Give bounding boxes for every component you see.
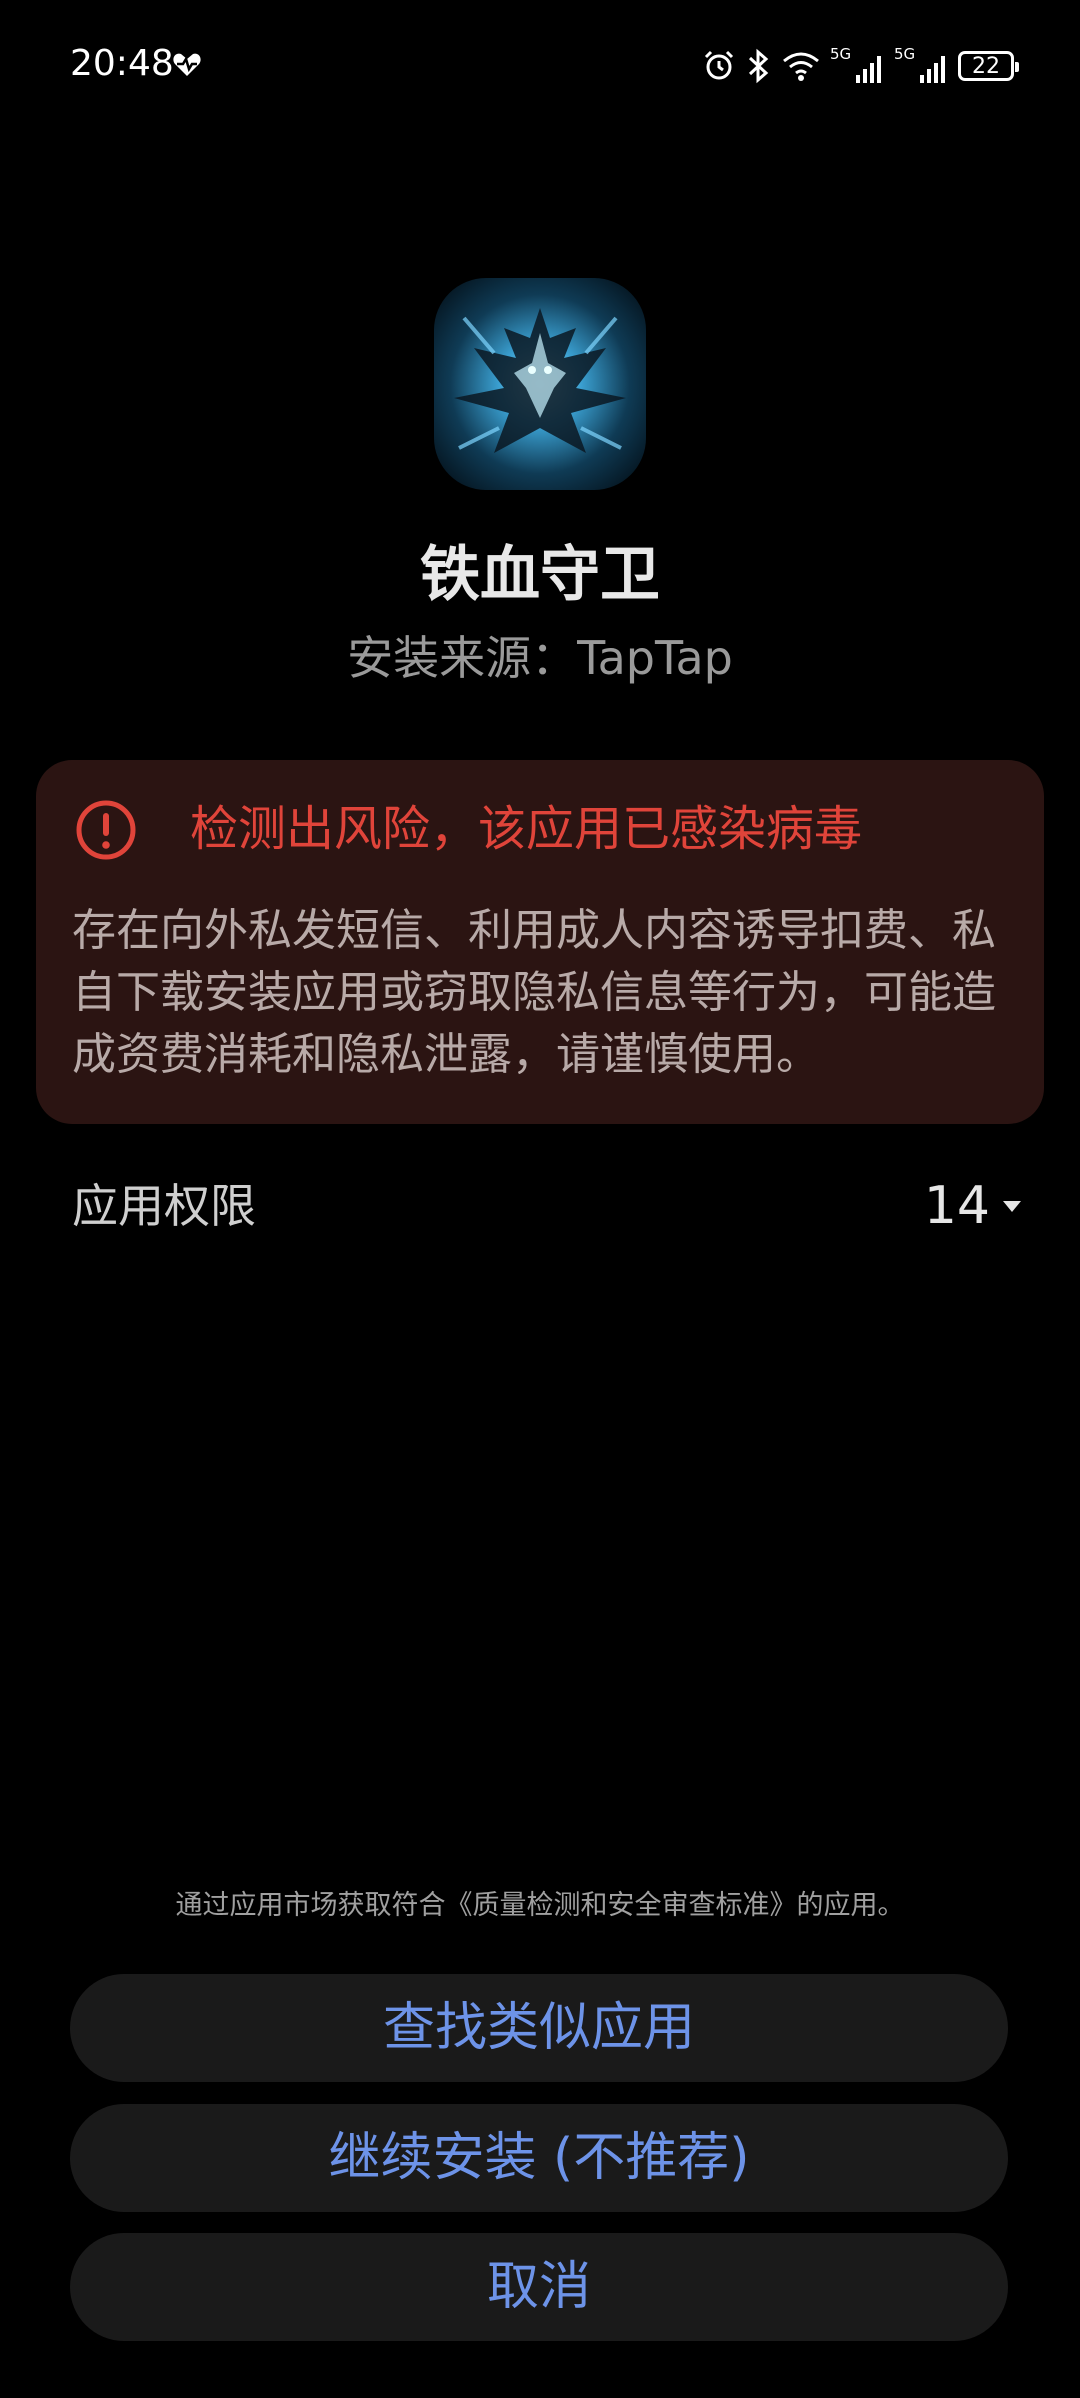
find-similar-apps-button[interactable]: 查找类似应用 — [70, 1974, 1008, 2082]
status-icons: 5G 5G 22 — [702, 44, 1019, 88]
battery-level: 22 — [972, 53, 1000, 79]
alarm-icon — [704, 50, 734, 80]
app-name: 铁血守卫 — [420, 540, 660, 610]
network-type-label: 5G — [830, 45, 852, 63]
caret-down-icon — [1003, 1201, 1021, 1212]
app-market-note: 通过应用市场获取符合《质量检测和安全审查标准》的应用。 — [175, 1890, 905, 1921]
signal-icon — [920, 56, 945, 83]
dragon-icon — [434, 278, 646, 490]
status-bar: 20:48 5G 5G 22 — [0, 0, 1080, 130]
app-icon — [434, 278, 646, 490]
warning-description: 存在向外私发短信、利用成人内容诱导扣费、私自下载安装应用或窃取隐私信息等行为，可… — [72, 905, 996, 1080]
alert-circle-icon — [76, 800, 136, 860]
continue-install-button[interactable]: 继续安装 (不推荐) — [70, 2104, 1008, 2212]
heart-rate-icon — [173, 53, 201, 76]
signal-icon — [856, 56, 881, 83]
bluetooth-icon — [748, 48, 769, 84]
warning-title: 检测出风险，该应用已感染病毒 — [190, 801, 863, 857]
risk-warning-card: 检测出风险，该应用已感染病毒 存在向外私发短信、利用成人内容诱导扣费、私自下载安… — [36, 760, 1044, 1124]
signal-group-1: 5G — [830, 45, 884, 83]
status-time: 20:48 — [70, 43, 174, 84]
install-source: 安装来源：TapTap — [347, 631, 733, 685]
permissions-toggle[interactable]: 14 — [924, 1170, 1024, 1242]
permissions-count: 14 — [923, 1176, 990, 1236]
app-permissions-row[interactable]: 应用权限 14 — [72, 1170, 1021, 1242]
battery-icon: 22 — [958, 51, 1019, 81]
signal-group-2: 5G — [894, 45, 948, 83]
network-type-label: 5G — [894, 45, 916, 63]
wifi-icon — [783, 52, 819, 81]
cancel-button[interactable]: 取消 — [70, 2233, 1008, 2341]
permissions-label: 应用权限 — [72, 1179, 256, 1233]
